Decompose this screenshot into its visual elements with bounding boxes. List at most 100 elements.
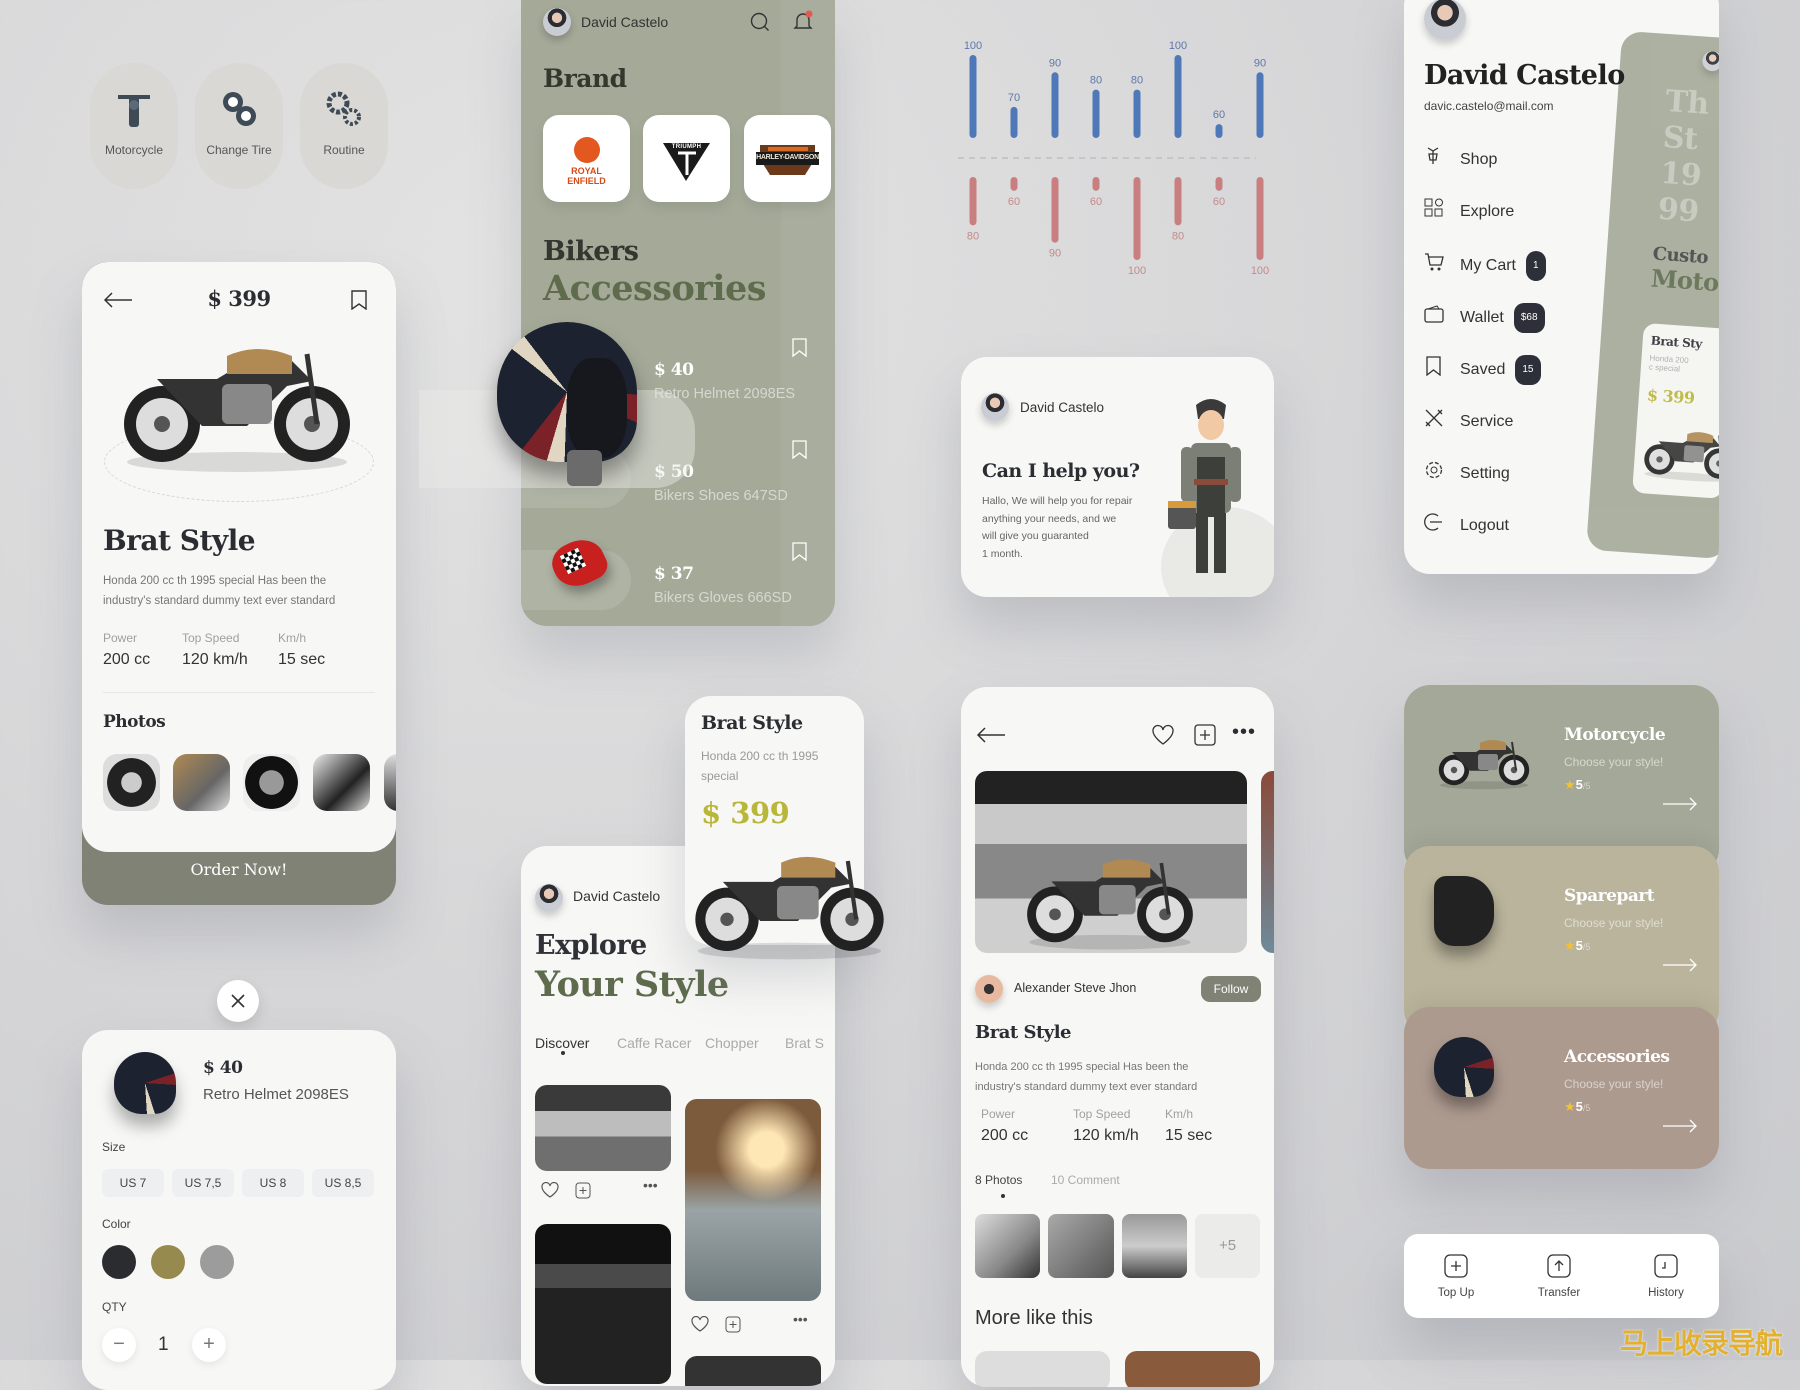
tab-comments[interactable]: 10 Comment — [1051, 1173, 1120, 1187]
menu-item-service[interactable]: Service — [1424, 408, 1513, 432]
more-icon[interactable]: ••• — [643, 1177, 658, 1193]
menu-badge: 1 — [1526, 250, 1546, 281]
accessory-name[interactable]: Bikers Shoes 647SD — [654, 488, 788, 504]
related-photo[interactable] — [1125, 1351, 1260, 1387]
menu-item-logout[interactable]: Logout — [1424, 512, 1509, 536]
tab-caffe-racer[interactable]: Caffe Racer — [617, 1035, 691, 1051]
tab-chopper[interactable]: Chopper — [705, 1035, 759, 1051]
brand-tile-triumph[interactable]: TRIUMPH — [643, 115, 730, 202]
menu-item-setting[interactable]: Setting — [1424, 460, 1510, 484]
related-photo[interactable] — [975, 1351, 1110, 1387]
size-option[interactable]: US 8,5 — [312, 1169, 374, 1197]
side-menu-card: Th St 19 99 Custo Moto Brat Sty Honda 20… — [1404, 0, 1719, 574]
arrow-right-icon[interactable] — [1662, 1119, 1698, 1138]
photo-thumbnail[interactable] — [313, 754, 370, 811]
feed-photo[interactable] — [685, 1099, 821, 1301]
gear-icon — [1424, 460, 1446, 488]
menu-item-wallet[interactable]: Wallet $68 — [1424, 302, 1545, 333]
color-swatch[interactable] — [200, 1245, 234, 1279]
heart-icon[interactable] — [691, 1315, 709, 1338]
category-rating: ★5/5 — [1564, 938, 1590, 954]
post-photo[interactable] — [975, 771, 1247, 953]
photo-thumbnail[interactable] — [384, 754, 396, 811]
more-icon[interactable]: ••• — [793, 1311, 808, 1327]
bookmark-icon[interactable] — [791, 440, 809, 465]
arrow-right-icon[interactable] — [1662, 797, 1698, 816]
photo-thumbnail[interactable] — [243, 754, 300, 811]
bar-label: 100 — [1251, 265, 1269, 277]
help-card: David Castelo Can I help you? Hallo, We … — [961, 357, 1274, 597]
avatar[interactable] — [981, 393, 1009, 421]
preview-big-text: Th St 19 99 — [1656, 83, 1710, 230]
arrow-right-icon[interactable] — [1662, 958, 1698, 977]
more-photos-button[interactable]: +5 — [1195, 1214, 1260, 1278]
menu-label: Explore — [1460, 203, 1515, 221]
menu-item-saved[interactable]: Saved 15 — [1424, 355, 1541, 386]
menu-item-shop[interactable]: Shop — [1424, 146, 1497, 170]
follow-button[interactable]: Follow — [1201, 976, 1261, 1002]
avatar[interactable] — [535, 884, 563, 912]
author-avatar[interactable] — [975, 975, 1003, 1003]
add-icon[interactable] — [725, 1316, 741, 1338]
search-icon[interactable] — [749, 11, 771, 33]
avatar[interactable] — [543, 8, 571, 36]
menu-item-explore[interactable]: Explore — [1424, 198, 1514, 222]
tab-discover[interactable]: Discover — [535, 1035, 589, 1051]
plus-square-icon[interactable] — [1444, 1254, 1468, 1283]
tab-photos[interactable]: 8 Photos — [975, 1173, 1022, 1187]
service-pill-routine[interactable]: Routine — [300, 63, 388, 189]
service-pill-change-tire[interactable]: Change Tire — [195, 63, 283, 189]
qty-value[interactable]: 1 — [158, 1334, 169, 1356]
post-thumb[interactable] — [1048, 1214, 1114, 1278]
order-now-button[interactable]: Order Now! — [82, 860, 396, 879]
cart-item-name: Retro Helmet 2098ES — [203, 1086, 349, 1103]
more-icon[interactable]: ••• — [1232, 721, 1256, 744]
bookmark-icon[interactable] — [791, 338, 809, 363]
feed-photo[interactable] — [685, 1356, 821, 1386]
color-swatch[interactable] — [151, 1245, 185, 1279]
brand-tile-harley-davidson[interactable]: HARLEY-DAVIDSON — [744, 115, 831, 202]
post-thumb[interactable] — [975, 1214, 1040, 1278]
qty-increase-button[interactable]: + — [192, 1328, 226, 1362]
avatar[interactable] — [1424, 0, 1466, 40]
heart-icon[interactable] — [541, 1181, 559, 1204]
accessory-name[interactable]: Bikers Gloves 666SD — [654, 590, 792, 606]
menu-item-my-cart[interactable]: My Cart 1 — [1424, 250, 1546, 281]
heart-icon[interactable] — [1151, 724, 1175, 746]
post-thumb[interactable] — [1122, 1214, 1187, 1278]
grid-icon — [1424, 198, 1446, 226]
bookmark-icon[interactable] — [791, 542, 809, 567]
bar-label: 60 — [1090, 196, 1102, 208]
cart-price: $ 40 — [203, 1058, 243, 1078]
qty-decrease-button[interactable]: − — [102, 1328, 136, 1362]
color-swatch[interactable] — [102, 1245, 136, 1279]
wallet-action-label[interactable]: Top Up — [1416, 1287, 1496, 1299]
add-icon[interactable] — [575, 1182, 591, 1204]
photo-thumbnail[interactable] — [103, 754, 160, 811]
close-button[interactable] — [217, 980, 259, 1022]
wallet-action-label[interactable]: History — [1626, 1287, 1706, 1299]
size-option[interactable]: US 8 — [242, 1169, 304, 1197]
feed-photo[interactable] — [535, 1085, 671, 1171]
upload-icon[interactable] — [1547, 1254, 1571, 1283]
bar-label: 80 — [1090, 75, 1102, 87]
size-option[interactable]: US 7 — [102, 1169, 164, 1197]
size-option[interactable]: US 7,5 — [172, 1169, 234, 1197]
bar-label: 90 — [1049, 248, 1061, 260]
post-photo-next[interactable] — [1261, 771, 1274, 953]
back-arrow-icon[interactable] — [975, 727, 1007, 743]
feed-photo[interactable] — [535, 1224, 671, 1384]
helmet-image — [497, 322, 637, 487]
add-icon[interactable] — [1194, 724, 1216, 746]
bar-chart: 100 70 90 80 80 100 60 90 80 60 90 60 100 80 60 100 — [958, 40, 1269, 277]
bell-icon[interactable] — [791, 9, 815, 33]
bookmark-icon[interactable] — [350, 290, 368, 310]
category-card-accessories[interactable]: Accessories Choose your style! ★5/5 — [1404, 1007, 1719, 1169]
history-icon[interactable] — [1654, 1254, 1678, 1283]
photo-thumbnail[interactable] — [173, 754, 230, 811]
wallet-action-label[interactable]: Transfer — [1519, 1287, 1599, 1299]
service-pill-motorcycle[interactable]: Motorcycle — [90, 63, 178, 189]
brand-tile-royal-enfield[interactable]: ROYAL ENFIELD — [543, 115, 630, 202]
tab-brat-s[interactable]: Brat S — [785, 1035, 824, 1051]
category-title: Sparepart — [1564, 886, 1655, 906]
